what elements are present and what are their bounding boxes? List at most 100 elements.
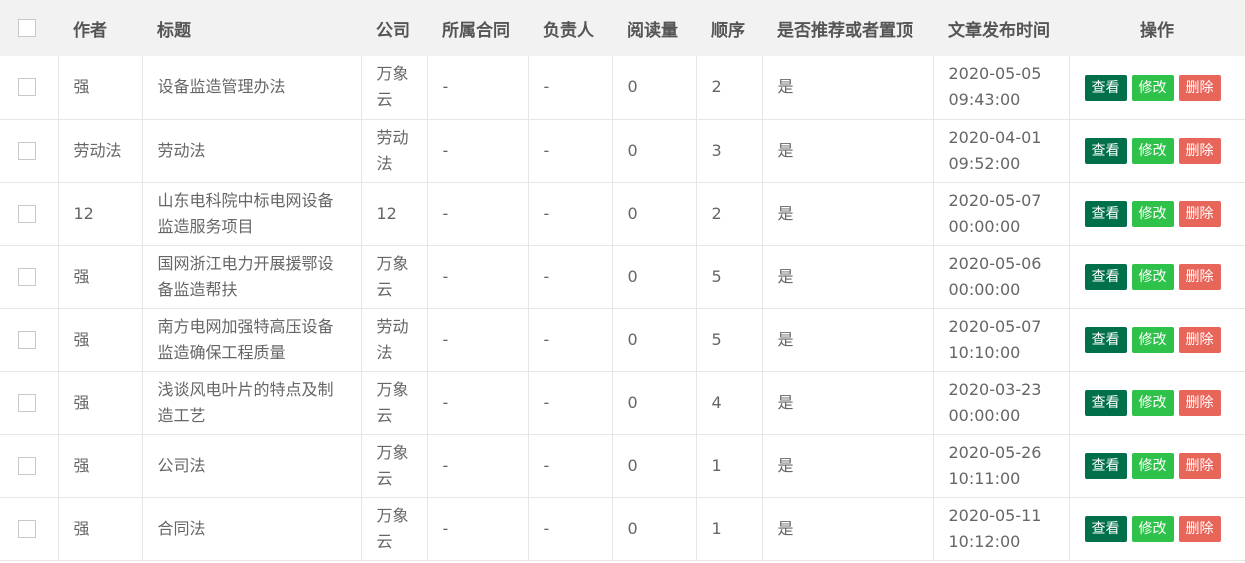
row-checkbox[interactable] [18, 456, 36, 475]
delete-button[interactable]: 删除 [1178, 515, 1221, 542]
cell-order: 4 [696, 371, 763, 434]
row-checkbox[interactable] [18, 78, 36, 97]
cell-order: 1 [696, 434, 763, 497]
cell-recommend: 是 [762, 497, 934, 560]
row-checkbox[interactable] [18, 393, 36, 412]
view-button[interactable]: 查看 [1084, 452, 1127, 479]
table-header-row: 作者 标题 公司 所属合同 负责人 阅读量 顺序 是否推荐或者置顶 文章发布时间… [0, 0, 1245, 56]
row-checkbox-cell [0, 119, 59, 182]
cell-title: 劳动法 [142, 119, 362, 182]
cell-contract: - [427, 497, 529, 560]
cell-author: 12 [58, 182, 143, 245]
cell-company: 万象云 [361, 497, 428, 560]
table-row: 强合同法 万象云 - -0 1 是 2020-05-11 10:12:00 查看 修改 删除 [0, 497, 1245, 560]
edit-button[interactable]: 修改 [1131, 326, 1174, 353]
cell-author: 强 [58, 308, 143, 371]
edit-button[interactable]: 修改 [1131, 452, 1174, 479]
articles-table: 作者 标题 公司 所属合同 负责人 阅读量 顺序 是否推荐或者置顶 文章发布时间… [0, 0, 1245, 561]
cell-recommend: 是 [762, 308, 934, 371]
delete-button[interactable]: 删除 [1178, 74, 1221, 101]
view-button[interactable]: 查看 [1084, 137, 1127, 164]
cell-owner: - [528, 56, 613, 119]
cell-publish-time: 2020-05-07 00:00:00 [933, 182, 1070, 245]
view-button[interactable]: 查看 [1084, 200, 1127, 227]
view-button[interactable]: 查看 [1084, 326, 1127, 353]
delete-button[interactable]: 删除 [1178, 200, 1221, 227]
cell-company: 万象云 [361, 245, 428, 308]
cell-contract: - [427, 434, 529, 497]
cell-author: 强 [58, 371, 143, 434]
delete-button[interactable]: 删除 [1178, 389, 1221, 416]
cell-company: 劳动法 [361, 119, 428, 182]
cell-reads: 0 [612, 182, 697, 245]
cell-publish-time: 2020-05-26 10:11:00 [933, 434, 1070, 497]
row-checkbox-cell [0, 371, 59, 434]
header-recommend: 是否推荐或者置顶 [777, 20, 913, 41]
table-row: 劳动法 劳动法 劳动法 - -0 3 是 2020-04-01 09:52:00 查看 修改 删除 [0, 119, 1245, 182]
delete-button[interactable]: 删除 [1178, 452, 1221, 479]
header-publish-time: 文章发布时间 [948, 20, 1050, 41]
cell-title: 合同法 [142, 497, 362, 560]
cell-actions: 查看 修改 删除 [1069, 308, 1245, 371]
cell-reads: 0 [612, 497, 697, 560]
row-checkbox[interactable] [18, 204, 36, 223]
cell-order: 2 [696, 182, 763, 245]
select-all-checkbox[interactable] [18, 19, 36, 37]
row-checkbox[interactable] [18, 519, 36, 538]
cell-order: 5 [696, 308, 763, 371]
view-button[interactable]: 查看 [1084, 389, 1127, 416]
cell-publish-time: 2020-03-23 00:00:00 [933, 371, 1070, 434]
table-row: 强公司法 万象云 - -0 1 是 2020-05-26 10:11:00 查看 修改 删除 [0, 434, 1245, 497]
cell-reads: 0 [612, 119, 697, 182]
row-checkbox-cell [0, 497, 59, 560]
publish-date: 2020-04-01 [948, 127, 1042, 147]
edit-button[interactable]: 修改 [1131, 200, 1174, 227]
publish-clock: 10:10:00 [948, 342, 1021, 362]
cell-title: 公司法 [142, 434, 362, 497]
edit-button[interactable]: 修改 [1131, 515, 1174, 542]
publish-clock: 10:12:00 [948, 531, 1021, 551]
header-checkbox-cell [0, 0, 58, 56]
row-checkbox-cell [0, 56, 59, 119]
cell-company: 万象云 [361, 371, 428, 434]
cell-recommend: 是 [762, 371, 934, 434]
edit-button[interactable]: 修改 [1131, 137, 1174, 164]
cell-reads: 0 [612, 308, 697, 371]
publish-clock: 10:11:00 [948, 468, 1021, 488]
cell-recommend: 是 [762, 245, 934, 308]
delete-button[interactable]: 删除 [1178, 263, 1221, 290]
delete-button[interactable]: 删除 [1178, 326, 1221, 353]
row-checkbox[interactable] [18, 141, 36, 160]
row-checkbox[interactable] [18, 330, 36, 349]
table-body: 强设备监造管理办法 万象云 - -0 2 是 2020-05-05 09:43:00 查看 修改删… [0, 56, 1245, 560]
cell-reads: 0 [612, 434, 697, 497]
cell-company: 万象云 [361, 56, 428, 119]
header-actions: 操作 [1140, 20, 1174, 41]
edit-button[interactable]: 修改 [1131, 389, 1174, 416]
cell-title: 浅谈风电叶片的特点及制造工艺 [142, 371, 362, 434]
cell-author: 强 [58, 497, 143, 560]
edit-button[interactable]: 修改 [1131, 74, 1174, 101]
edit-button[interactable]: 修改 [1131, 263, 1174, 290]
header-company: 公司 [376, 20, 410, 41]
header-contract: 所属合同 [442, 20, 510, 41]
cell-actions: 查看 修改 删除 [1069, 119, 1245, 182]
cell-reads: 0 [612, 371, 697, 434]
publish-date: 2020-05-07 [948, 316, 1042, 336]
view-button[interactable]: 查看 [1084, 263, 1127, 290]
cell-actions: 查看 修改 删除 [1069, 434, 1245, 497]
cell-contract: - [427, 182, 529, 245]
header-reads: 阅读量 [627, 20, 678, 41]
row-checkbox[interactable] [18, 267, 36, 286]
publish-date: 2020-05-06 [948, 253, 1042, 273]
cell-author: 强 [58, 245, 143, 308]
table-row: 强设备监造管理办法 万象云 - -0 2 是 2020-05-05 09:43:00 查看 修改删… [0, 56, 1245, 119]
cell-order: 5 [696, 245, 763, 308]
cell-title: 国网浙江电力开展援鄂设备监造帮扶 [142, 245, 362, 308]
cell-owner: - [528, 434, 613, 497]
delete-button[interactable]: 删除 [1178, 137, 1221, 164]
view-button[interactable]: 查看 [1084, 74, 1127, 101]
view-button[interactable]: 查看 [1084, 515, 1127, 542]
cell-company: 12 [361, 182, 428, 245]
cell-recommend: 是 [762, 182, 934, 245]
